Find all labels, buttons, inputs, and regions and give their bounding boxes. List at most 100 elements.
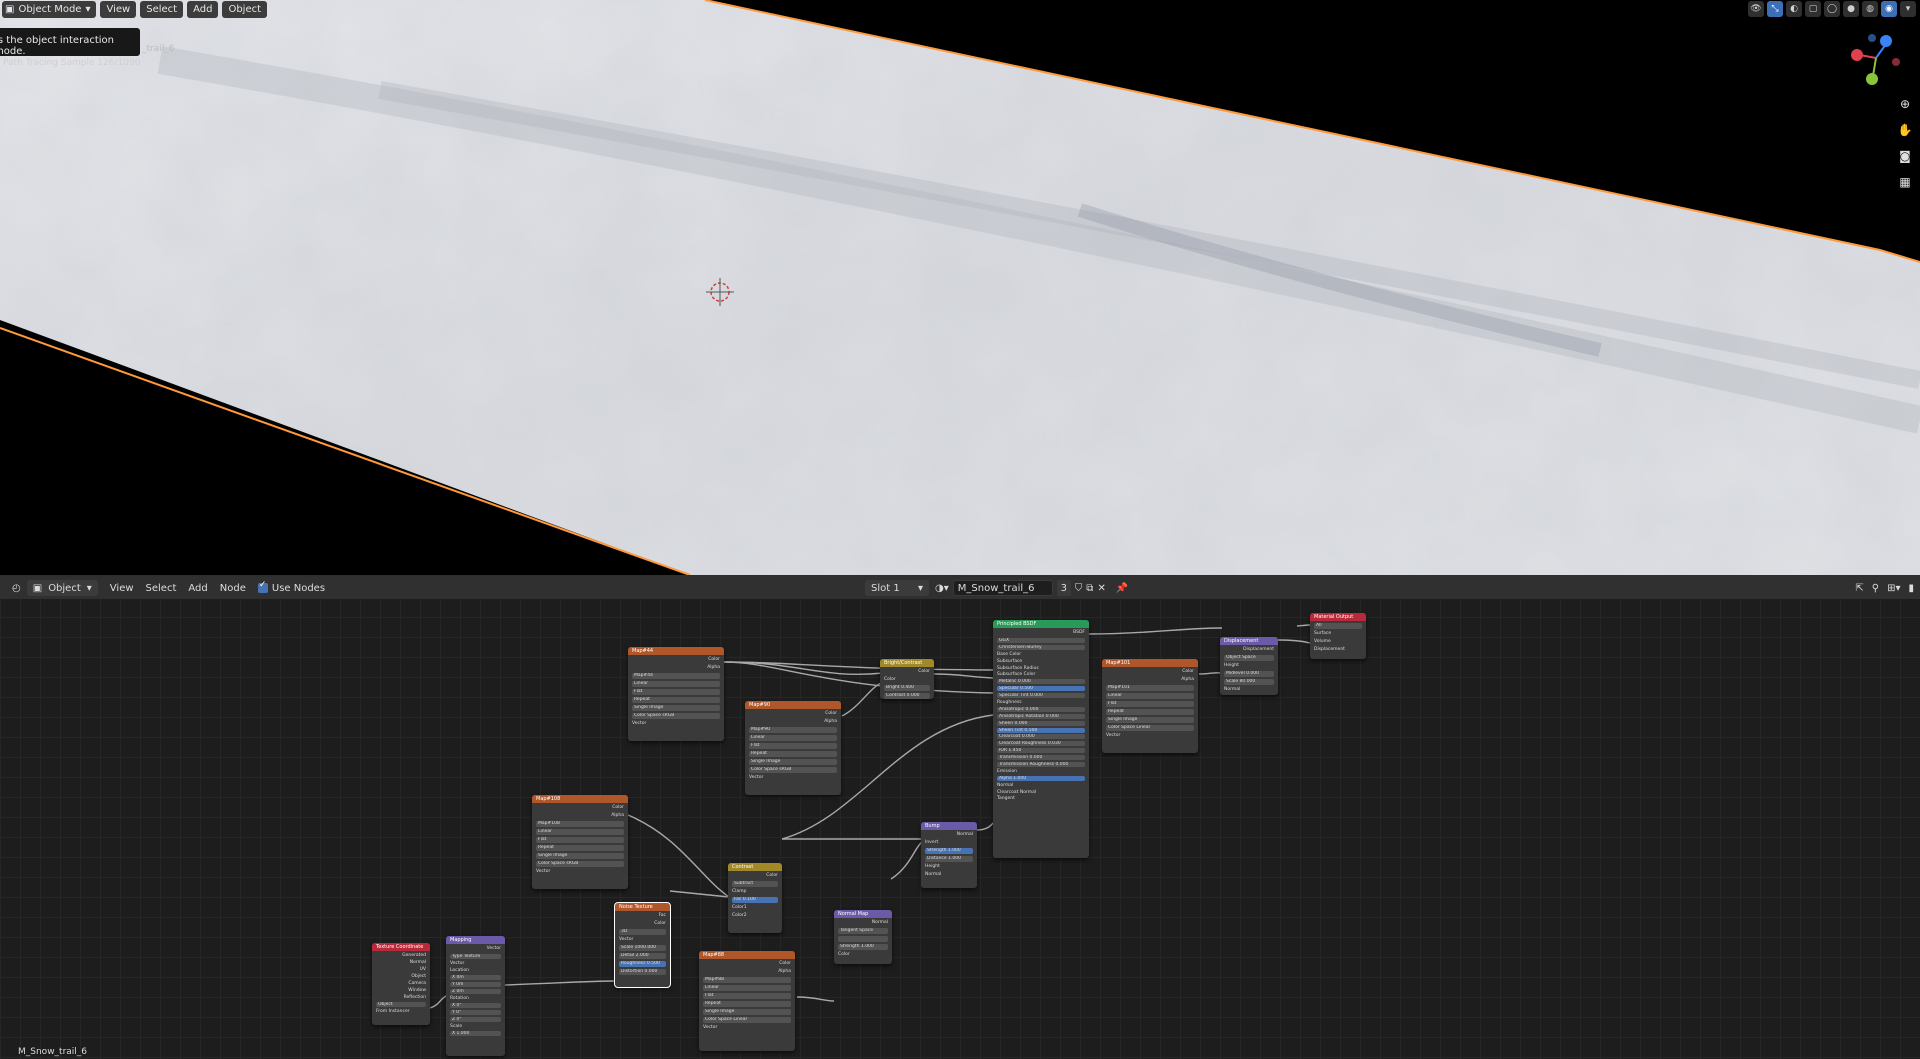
fac-field[interactable]: Fac 0.100 bbox=[732, 897, 778, 903]
extension-dropdown[interactable]: Repeat bbox=[749, 751, 837, 757]
image-field[interactable]: Map#108 bbox=[536, 821, 624, 827]
node-title[interactable]: Noise Texture bbox=[615, 903, 670, 911]
node-title[interactable]: Map#108 bbox=[532, 795, 628, 803]
principled-input[interactable]: Metallic 0.000 bbox=[997, 679, 1085, 685]
node-title[interactable]: Contrast bbox=[728, 863, 782, 871]
image-field[interactable]: Map#90 bbox=[749, 727, 837, 733]
shading-options-icon[interactable]: ▾ bbox=[1900, 1, 1916, 17]
strength-field[interactable]: Strength 1.000 bbox=[925, 848, 973, 854]
node-title[interactable]: Material Output bbox=[1310, 613, 1366, 621]
interpolation-dropdown[interactable]: Linear bbox=[749, 735, 837, 741]
mapping-input[interactable]: Z 0m bbox=[450, 989, 501, 994]
scale-field[interactable]: Scale 80.000 bbox=[1224, 679, 1274, 685]
shader-node-editor[interactable]: ◴ ▣ Object ▾ View Select Add Node Use No… bbox=[0, 577, 1920, 1059]
node-title[interactable]: Map#44 bbox=[628, 647, 724, 655]
node-title[interactable]: Map#88 bbox=[699, 951, 795, 959]
midlevel-field[interactable]: Midlevel 0.000 bbox=[1224, 671, 1274, 677]
projection-dropdown[interactable]: Flat bbox=[703, 993, 791, 999]
interpolation-dropdown[interactable]: Linear bbox=[536, 829, 624, 835]
principled-input[interactable]: Transmission 0.000 bbox=[997, 755, 1085, 761]
node-title[interactable]: Displacement bbox=[1220, 637, 1278, 645]
material-shading-icon[interactable]: ◍ bbox=[1862, 1, 1878, 17]
noise-texture-node[interactable]: Noise Texture Fac Color 3D Vector Scale … bbox=[614, 902, 671, 988]
image-field[interactable]: Map#101 bbox=[1106, 685, 1194, 691]
node-title[interactable]: Normal Map bbox=[834, 910, 892, 918]
grid-icon[interactable]: ▦ bbox=[1896, 174, 1914, 190]
principled-input[interactable]: Clearcoat 0.000 bbox=[997, 734, 1085, 740]
mode-dropdown[interactable]: ▣ Object Mode ▾ bbox=[2, 0, 97, 18]
source-dropdown[interactable]: Single Image bbox=[536, 853, 624, 859]
camera-icon[interactable]: ◙ bbox=[1896, 148, 1914, 164]
source-dropdown[interactable]: Single Image bbox=[703, 1009, 791, 1015]
menu-object[interactable]: Object bbox=[222, 0, 268, 18]
target-dropdown[interactable]: All bbox=[1314, 623, 1362, 629]
principled-input[interactable]: Sheen 0.000 bbox=[997, 720, 1085, 726]
principled-bsdf-node[interactable]: Principled BSDF BSDF GGX Christensen-Burl… bbox=[993, 620, 1089, 858]
detail-field[interactable]: Detail 2.000 bbox=[619, 953, 666, 959]
bump-node[interactable]: Bump Normal Invert Strength 1.000 Distan… bbox=[921, 822, 977, 888]
colorspace-dropdown[interactable]: Color Space sRGB bbox=[632, 713, 720, 719]
mapping-input[interactable]: Y 0m bbox=[450, 982, 501, 987]
source-dropdown[interactable]: Single Image bbox=[1106, 717, 1194, 723]
gizmo-toggle-icon[interactable]: ⤡ bbox=[1767, 1, 1783, 17]
principled-input[interactable]: Anisotropic 0.000 bbox=[997, 706, 1085, 712]
node-title[interactable]: Principled BSDF bbox=[993, 620, 1089, 628]
extension-dropdown[interactable]: Repeat bbox=[632, 697, 720, 703]
source-dropdown[interactable]: Single Image bbox=[632, 705, 720, 711]
principled-input[interactable]: IOR 1.450 bbox=[997, 748, 1085, 754]
mapping-input[interactable]: X 0° bbox=[450, 1003, 501, 1008]
blend-mode-dropdown[interactable]: Subtract bbox=[732, 881, 778, 887]
projection-dropdown[interactable]: Flat bbox=[1106, 701, 1194, 707]
principled-input[interactable]: Specular 0.500 bbox=[997, 686, 1085, 692]
extension-dropdown[interactable]: Repeat bbox=[703, 1001, 791, 1007]
mapping-input[interactable]: Y 0° bbox=[450, 1010, 501, 1015]
xray-icon[interactable]: ▢ bbox=[1805, 1, 1821, 17]
principled-input[interactable]: GGX bbox=[997, 638, 1085, 643]
distance-field[interactable]: Distance 1.000 bbox=[925, 856, 973, 862]
overlay-icon[interactable]: ◐ bbox=[1786, 1, 1802, 17]
colorspace-dropdown[interactable]: Color Space Linear bbox=[703, 1017, 791, 1023]
image-field[interactable]: Map#44 bbox=[632, 673, 720, 679]
projection-dropdown[interactable]: Flat bbox=[536, 837, 624, 843]
projection-dropdown[interactable]: Flat bbox=[749, 743, 837, 749]
mapping-input[interactable]: X 1.000 bbox=[450, 1031, 501, 1036]
menu-view[interactable]: View bbox=[100, 0, 137, 18]
from-instancer-checkbox[interactable]: From Instancer bbox=[376, 1009, 426, 1014]
source-dropdown[interactable]: Single Image bbox=[749, 759, 837, 765]
colorspace-dropdown[interactable]: Color Space sRGB bbox=[536, 861, 624, 867]
clamp-checkbox[interactable]: Clamp bbox=[732, 889, 778, 895]
mapping-input[interactable]: X 0m bbox=[450, 975, 501, 980]
projection-dropdown[interactable]: Flat bbox=[632, 689, 720, 695]
normal-map-node[interactable]: Normal Map Normal Tangent Space Strength… bbox=[834, 910, 892, 964]
displacement-node[interactable]: Displacement Displacement Object Space H… bbox=[1220, 637, 1278, 695]
visibility-icon[interactable]: 👁 bbox=[1748, 1, 1764, 17]
image-field[interactable]: Map#88 bbox=[703, 977, 791, 983]
image-texture-node-4[interactable]: Map#88 Color Alpha Map#88 Linear Flat Re… bbox=[699, 951, 795, 1051]
interpolation-dropdown[interactable]: Linear bbox=[703, 985, 791, 991]
material-output-node[interactable]: Material Output All Surface Volume Displ… bbox=[1310, 613, 1366, 659]
uv-map-field[interactable] bbox=[838, 936, 888, 942]
rendered-shading-icon[interactable]: ◉ bbox=[1881, 1, 1897, 17]
principled-input[interactable]: Christensen-Burley bbox=[997, 644, 1085, 650]
principled-input[interactable]: Alpha 1.000 bbox=[997, 775, 1085, 781]
hand-icon[interactable]: ✋ bbox=[1896, 122, 1914, 138]
node-title[interactable]: Map#101 bbox=[1102, 659, 1198, 667]
solid-shading-icon[interactable]: ● bbox=[1843, 1, 1859, 17]
wireframe-shading-icon[interactable]: ◯ bbox=[1824, 1, 1840, 17]
3d-viewport[interactable]: ▣ Object Mode ▾ View Select Add Object t… bbox=[0, 0, 1920, 575]
principled-input[interactable]: Sheen Tint 0.500 bbox=[997, 727, 1085, 733]
menu-add[interactable]: Add bbox=[187, 0, 219, 18]
bright-field[interactable]: Bright 0.400 bbox=[884, 685, 930, 691]
space-dropdown[interactable]: Tangent Space bbox=[838, 928, 888, 934]
strength-field[interactable]: Strength 1.000 bbox=[838, 944, 888, 950]
node-title[interactable]: Texture Coordinate bbox=[372, 943, 430, 951]
space-dropdown[interactable]: Object Space bbox=[1224, 655, 1274, 661]
scale-field[interactable]: Scale 1000.000 bbox=[619, 945, 666, 951]
node-title[interactable]: Map#90 bbox=[745, 701, 841, 709]
roughness-field[interactable]: Roughness 0.500 bbox=[619, 961, 666, 967]
extension-dropdown[interactable]: Repeat bbox=[536, 845, 624, 851]
contrast-mix-node[interactable]: Contrast Color Subtract Clamp Fac 0.100 … bbox=[728, 863, 782, 933]
node-title[interactable]: Mapping bbox=[446, 936, 505, 944]
distortion-field[interactable]: Distortion 0.000 bbox=[619, 969, 666, 975]
texture-coordinate-node[interactable]: Texture Coordinate Generated Normal UV Obje… bbox=[372, 943, 430, 1025]
